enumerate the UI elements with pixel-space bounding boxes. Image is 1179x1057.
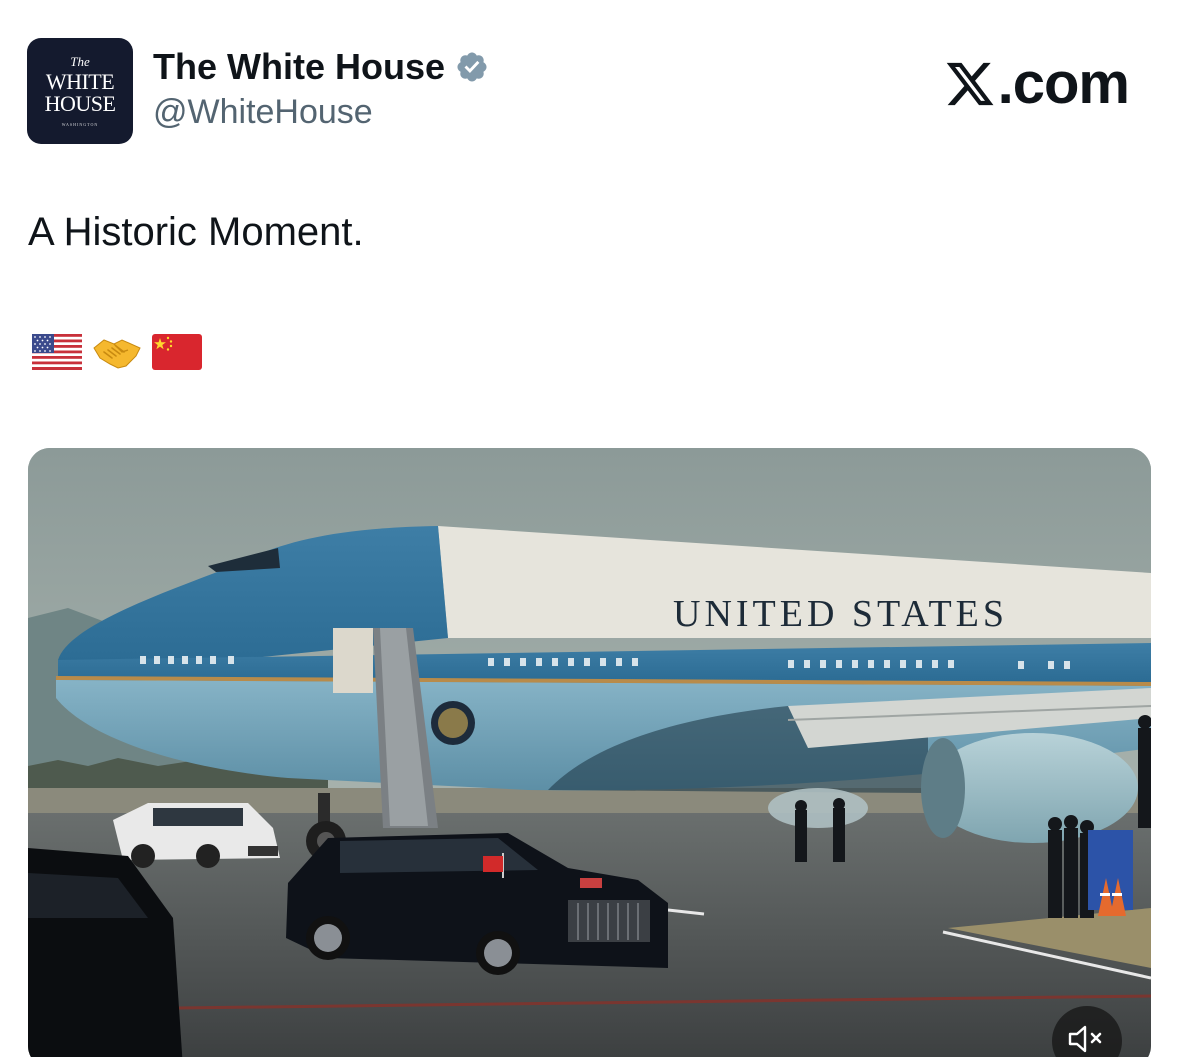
speaker-muted-icon <box>1068 1025 1102 1053</box>
x-watermark-text: .com <box>997 51 1130 116</box>
tweet-media-video[interactable]: UNITED STATES <box>28 448 1151 1057</box>
verified-badge-icon <box>457 52 487 82</box>
emoji-row <box>32 334 202 370</box>
china-flag-icon <box>152 334 202 370</box>
account-handle[interactable]: @WhiteHouse <box>153 93 373 132</box>
video-frame: UNITED STATES <box>28 448 1151 1057</box>
display-name-text: The White House <box>153 46 446 87</box>
us-flag-icon <box>32 334 82 370</box>
tweet-text: A Historic Moment. <box>28 210 364 254</box>
avatar[interactable]: The WHITE HOUSE WASHINGTON <box>27 38 133 144</box>
display-name[interactable]: The White House <box>153 46 489 88</box>
x-logo-icon <box>946 62 994 105</box>
avatar-line-the: The <box>70 54 90 69</box>
avatar-line-house: HOUSE <box>44 91 116 116</box>
handshake-icon <box>93 339 141 369</box>
x-watermark: .com <box>944 50 1130 117</box>
avatar-line-white: WHITE <box>45 69 115 94</box>
aircraft-livery-text: UNITED STATES <box>673 593 1008 635</box>
avatar-line-washington: WASHINGTON <box>61 122 99 127</box>
